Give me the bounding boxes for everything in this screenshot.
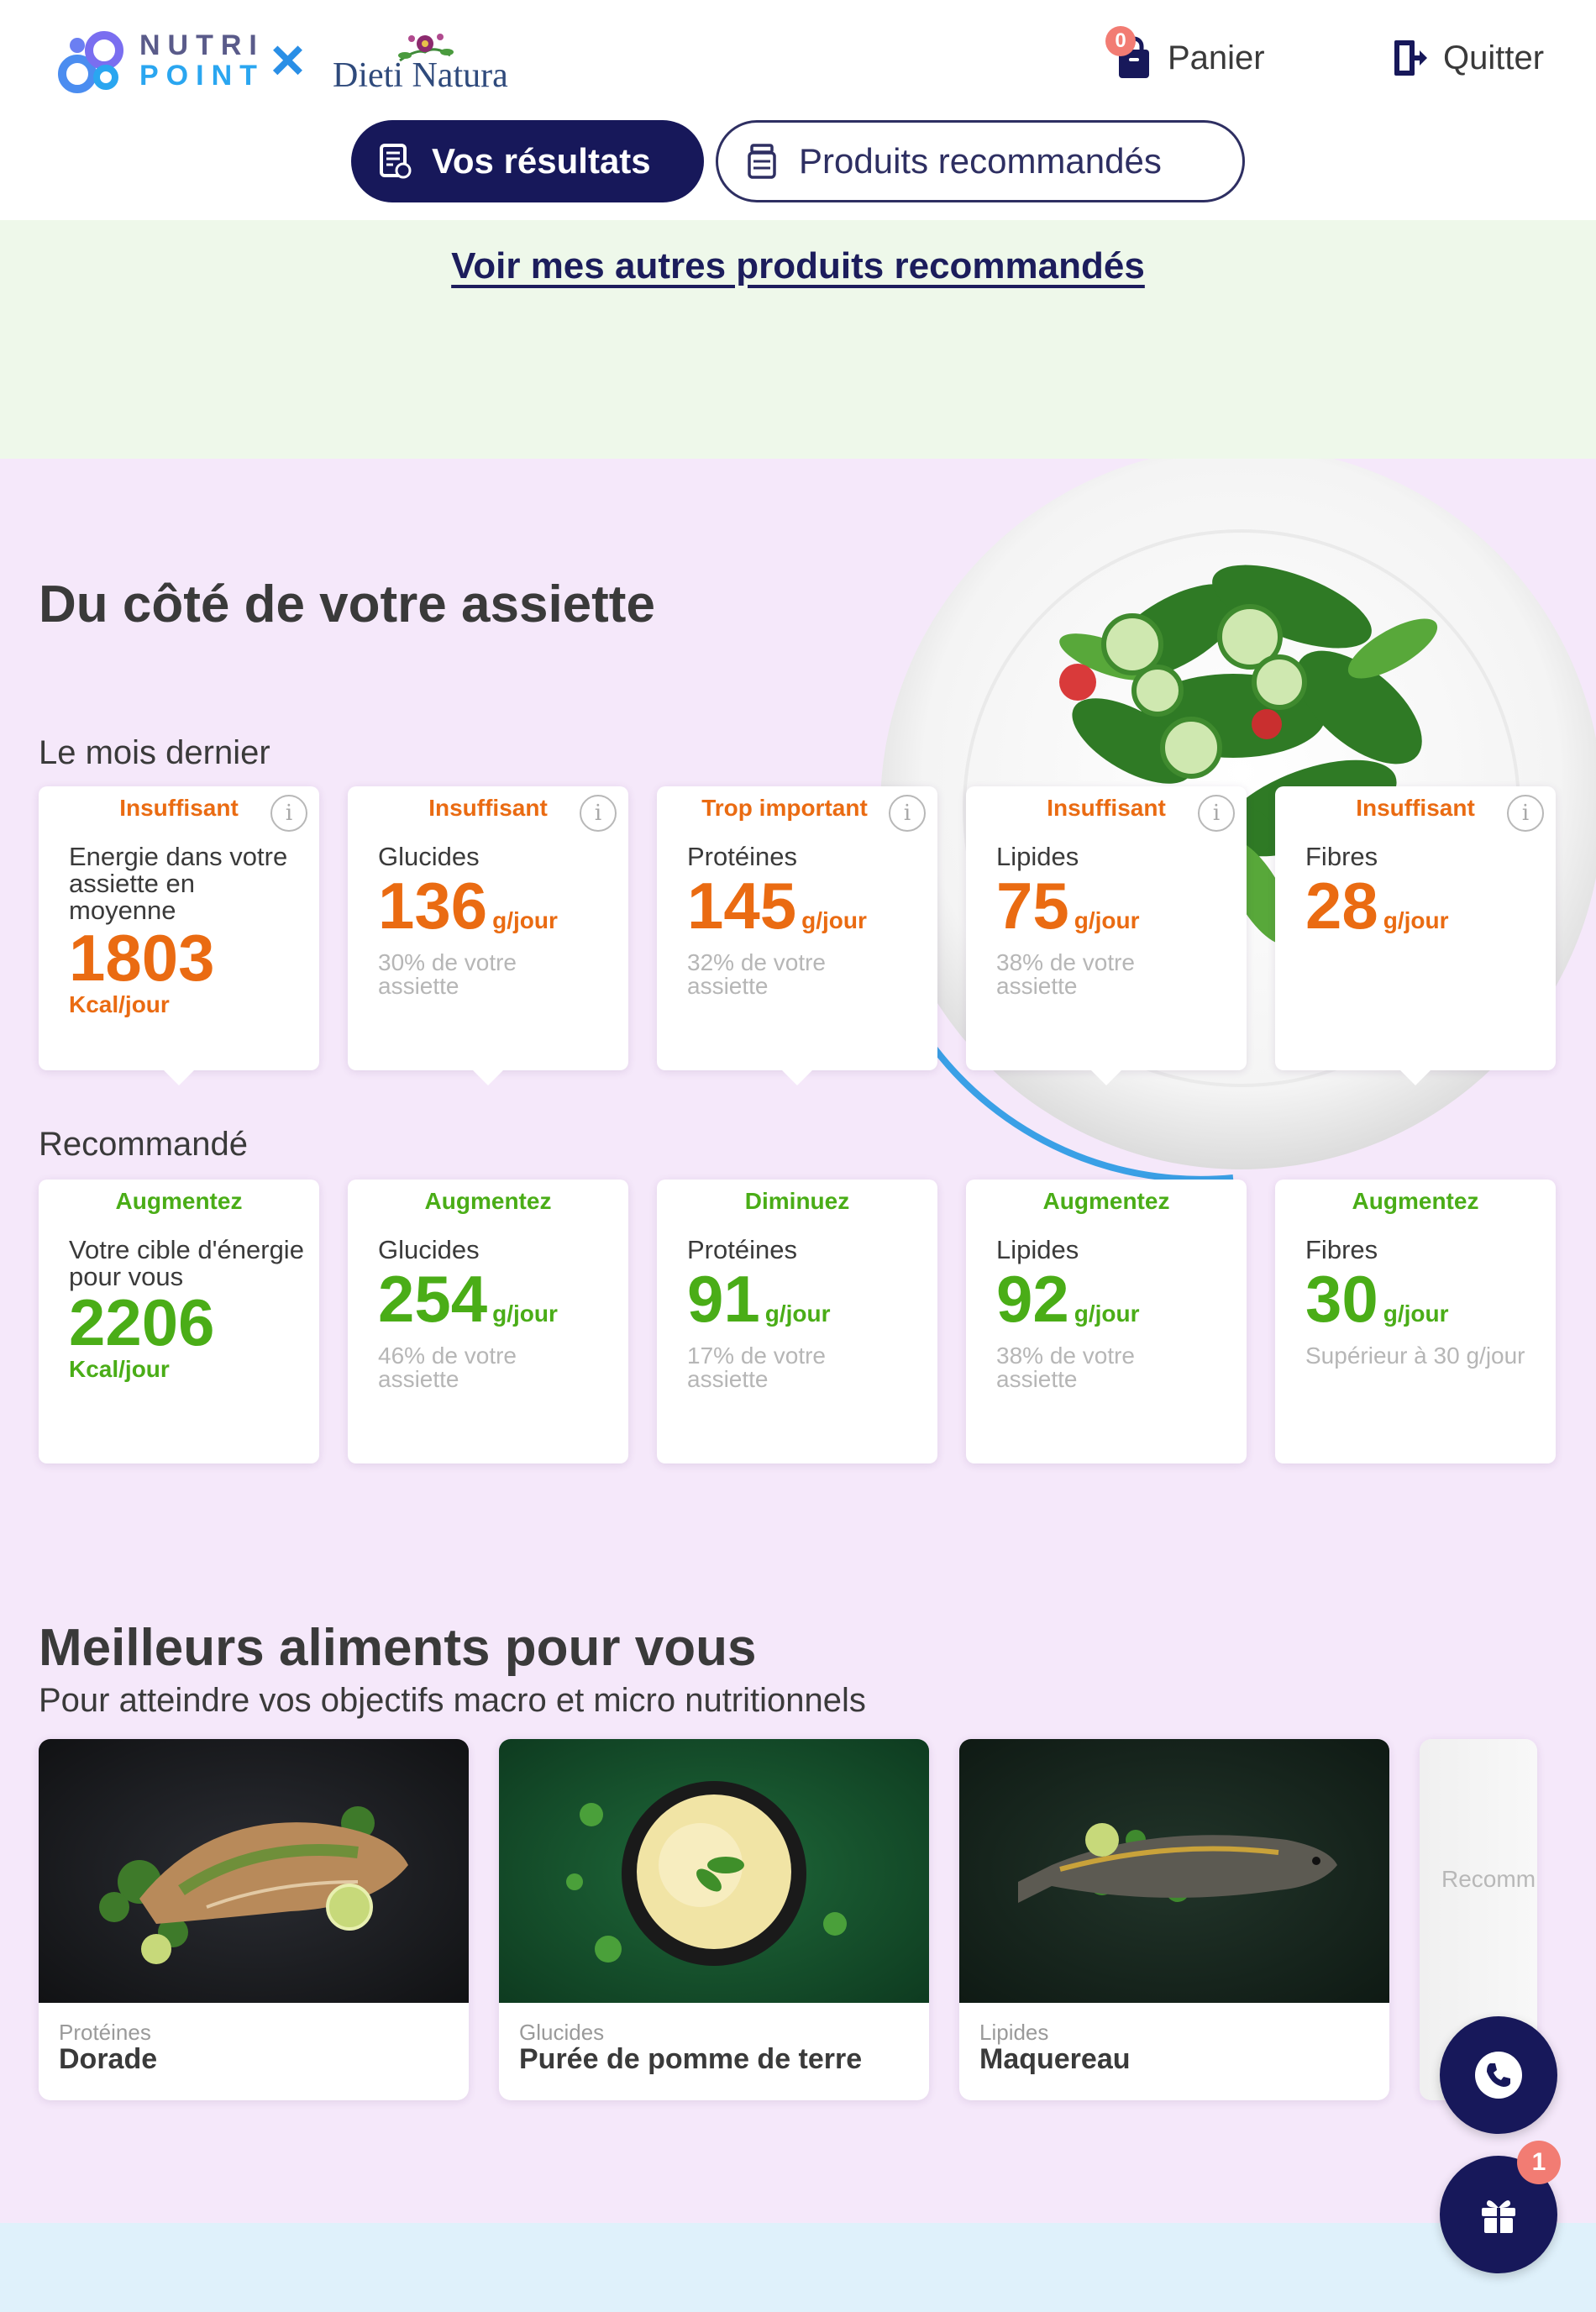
food-card-dorade[interactable]: Protéines Dorade	[39, 1739, 469, 2100]
results-document-icon	[380, 144, 412, 179]
phone-button[interactable]	[1440, 2016, 1557, 2134]
card-value: 254 g/jour	[378, 1262, 558, 1336]
card-percent: 17% de votre assiette	[687, 1343, 826, 1392]
cart-label: Panier	[1168, 39, 1265, 76]
info-icon[interactable]: i	[1198, 795, 1235, 832]
foods-section-subtitle: Pour atteindre vos objectifs macro et mi…	[39, 1682, 866, 1719]
gift-icon	[1482, 2200, 1515, 2233]
recommended-energy-card: Augmentez Votre cible d'énergie pour vou…	[39, 1180, 319, 1463]
card-percent: Supérieur à 30 g/jour	[1305, 1343, 1525, 1369]
foods-section-title: Meilleurs aliments pour vous	[39, 1619, 757, 1677]
last-month-lipides-card: Insuffisant i Lipides 75 g/jour 38% de vo…	[966, 786, 1247, 1085]
plate-section-title: Du côté de votre assiette	[39, 575, 655, 633]
shopping-bag-icon: 0	[1105, 26, 1152, 80]
info-icon[interactable]: i	[270, 795, 307, 832]
cart-count-badge: 0	[1105, 26, 1136, 56]
card-label: Fibres	[1305, 842, 1378, 871]
dietinatura-logo: Dieti Natura	[333, 27, 551, 99]
card-pointer	[1091, 1070, 1121, 1085]
main-tabs: Vos résultats Produits recommandés	[351, 120, 1245, 202]
card-unit: Kcal/jour	[69, 991, 170, 1017]
cart-button[interactable]: 0 Panier	[1105, 26, 1265, 87]
supplement-jar-icon	[748, 144, 776, 179]
card-value: 2206	[69, 1285, 215, 1359]
maquereau-image	[959, 1739, 1389, 2003]
food-card-puree[interactable]: Glucides Purée de pomme de terre	[499, 1739, 929, 2100]
tab-vos-resultats-label: Vos résultats	[432, 141, 651, 181]
recommended-fibres-card: Augmentez Fibres 30 g/jour Supérieur à 30…	[1275, 1180, 1556, 1463]
card-pointer	[164, 1070, 194, 1085]
card-label: Lipides	[996, 1235, 1079, 1264]
food-category: Lipides	[979, 2020, 1049, 2045]
info-icon[interactable]: i	[889, 795, 926, 832]
puree-image	[499, 1739, 929, 2003]
nutripoint-logo-icon	[58, 31, 123, 93]
card-percent: 38% de votre assiette	[996, 949, 1135, 999]
phone-icon	[1475, 2052, 1522, 2099]
card-label: Protéines	[687, 1235, 797, 1264]
food-name: Purée de pomme de terre	[519, 2043, 863, 2075]
logout-icon	[1394, 40, 1427, 76]
food-name: Maquereau	[979, 2043, 1131, 2075]
status-badge: Augmentez	[1352, 1188, 1479, 1214]
nutripoint-logo-text: NUTRI POINT	[139, 29, 265, 92]
info-icon[interactable]: i	[1507, 795, 1544, 832]
recommended-proteines-card: Diminuez Protéines 91 g/jour 17% de votre…	[657, 1180, 937, 1463]
card-percent: 32% de votre assiette	[687, 949, 826, 999]
card-percent: 30% de votre assiette	[378, 949, 517, 999]
quit-label: Quitter	[1443, 39, 1545, 76]
brand-logos[interactable]: NUTRI POINT × Dieti Natura	[55, 24, 543, 99]
header: NUTRI POINT × Dieti Natura 0 Panier Quit…	[0, 0, 1596, 220]
card-value: 1803	[69, 921, 215, 995]
bottom-band	[0, 2223, 1596, 2312]
recommended-lipides-card: Augmentez Lipides 92 g/jour 38% de votre …	[966, 1180, 1247, 1463]
food-card-maquereau[interactable]: Lipides Maquereau	[959, 1739, 1389, 2100]
gift-count-badge: 1	[1517, 2141, 1561, 2184]
card-percent: 46% de votre assiette	[378, 1343, 517, 1392]
card-label: Glucides	[378, 842, 480, 871]
card-label: Votre cible d'énergie pour vous	[69, 1235, 304, 1291]
last-month-fibres-card: Insuffisant i Fibres 28 g/jour	[1275, 786, 1556, 1085]
info-icon[interactable]: i	[580, 795, 617, 832]
status-badge: Augmentez	[424, 1188, 552, 1214]
card-pointer	[782, 1070, 812, 1085]
last-month-label: Le mois dernier	[39, 734, 270, 771]
tab-vos-resultats[interactable]: Vos résultats	[351, 120, 704, 202]
status-badge: Augmentez	[1042, 1188, 1170, 1214]
food-name: Dorade	[59, 2043, 158, 2075]
card-value: 30 g/jour	[1305, 1262, 1449, 1336]
card-value: 91 g/jour	[687, 1262, 831, 1336]
food-category: Glucides	[519, 2020, 605, 2045]
plate-section: Du côté de votre assiette Le mois dernie…	[0, 459, 1596, 2223]
card-value: 145 g/jour	[687, 869, 867, 943]
card-label: Lipides	[996, 842, 1079, 871]
card-label: Glucides	[378, 1235, 480, 1264]
card-value: 92 g/jour	[996, 1262, 1140, 1336]
last-month-glucides-card: Insuffisant i Glucides 136 g/jour 30% de …	[348, 786, 628, 1085]
card-value: 136 g/jour	[378, 869, 558, 943]
dorade-image	[39, 1739, 469, 2003]
card-label: Protéines	[687, 842, 797, 871]
status-badge: Diminuez	[744, 1188, 850, 1214]
food-category: Protéines	[59, 2020, 151, 2045]
recommended-label: Recommandé	[39, 1126, 249, 1163]
card-pointer	[1400, 1070, 1431, 1085]
card-unit: Kcal/jour	[69, 1356, 170, 1382]
other-recommended-products-link[interactable]: Voir mes autres produits recommandés	[0, 245, 1596, 287]
card-value: 75 g/jour	[996, 869, 1140, 943]
card-label: Energie dans votre assiette en moyenne	[69, 842, 288, 925]
recommended-glucides-card: Augmentez Glucides 254 g/jour 46% de votr…	[348, 1180, 628, 1463]
card-pointer	[473, 1070, 503, 1085]
quit-button[interactable]: Quitter	[1391, 29, 1544, 87]
last-month-proteines-card: Trop important i Protéines 145 g/jour 32%…	[657, 786, 937, 1085]
status-badge: Augmentez	[115, 1188, 243, 1214]
partial-card-text: Recomm l'achat	[1441, 1866, 1537, 1892]
last-month-energy-card: Insuffisant i Energie dans votre assiett…	[39, 786, 319, 1085]
tab-produits-recommandes[interactable]: Produits recommandés	[716, 120, 1245, 202]
tab-produits-recommandes-label: Produits recommandés	[799, 141, 1162, 181]
card-value: 28 g/jour	[1305, 869, 1449, 943]
logo-cross: ×	[270, 27, 305, 92]
card-label: Fibres	[1305, 1235, 1378, 1264]
card-percent: 38% de votre assiette	[996, 1343, 1135, 1392]
